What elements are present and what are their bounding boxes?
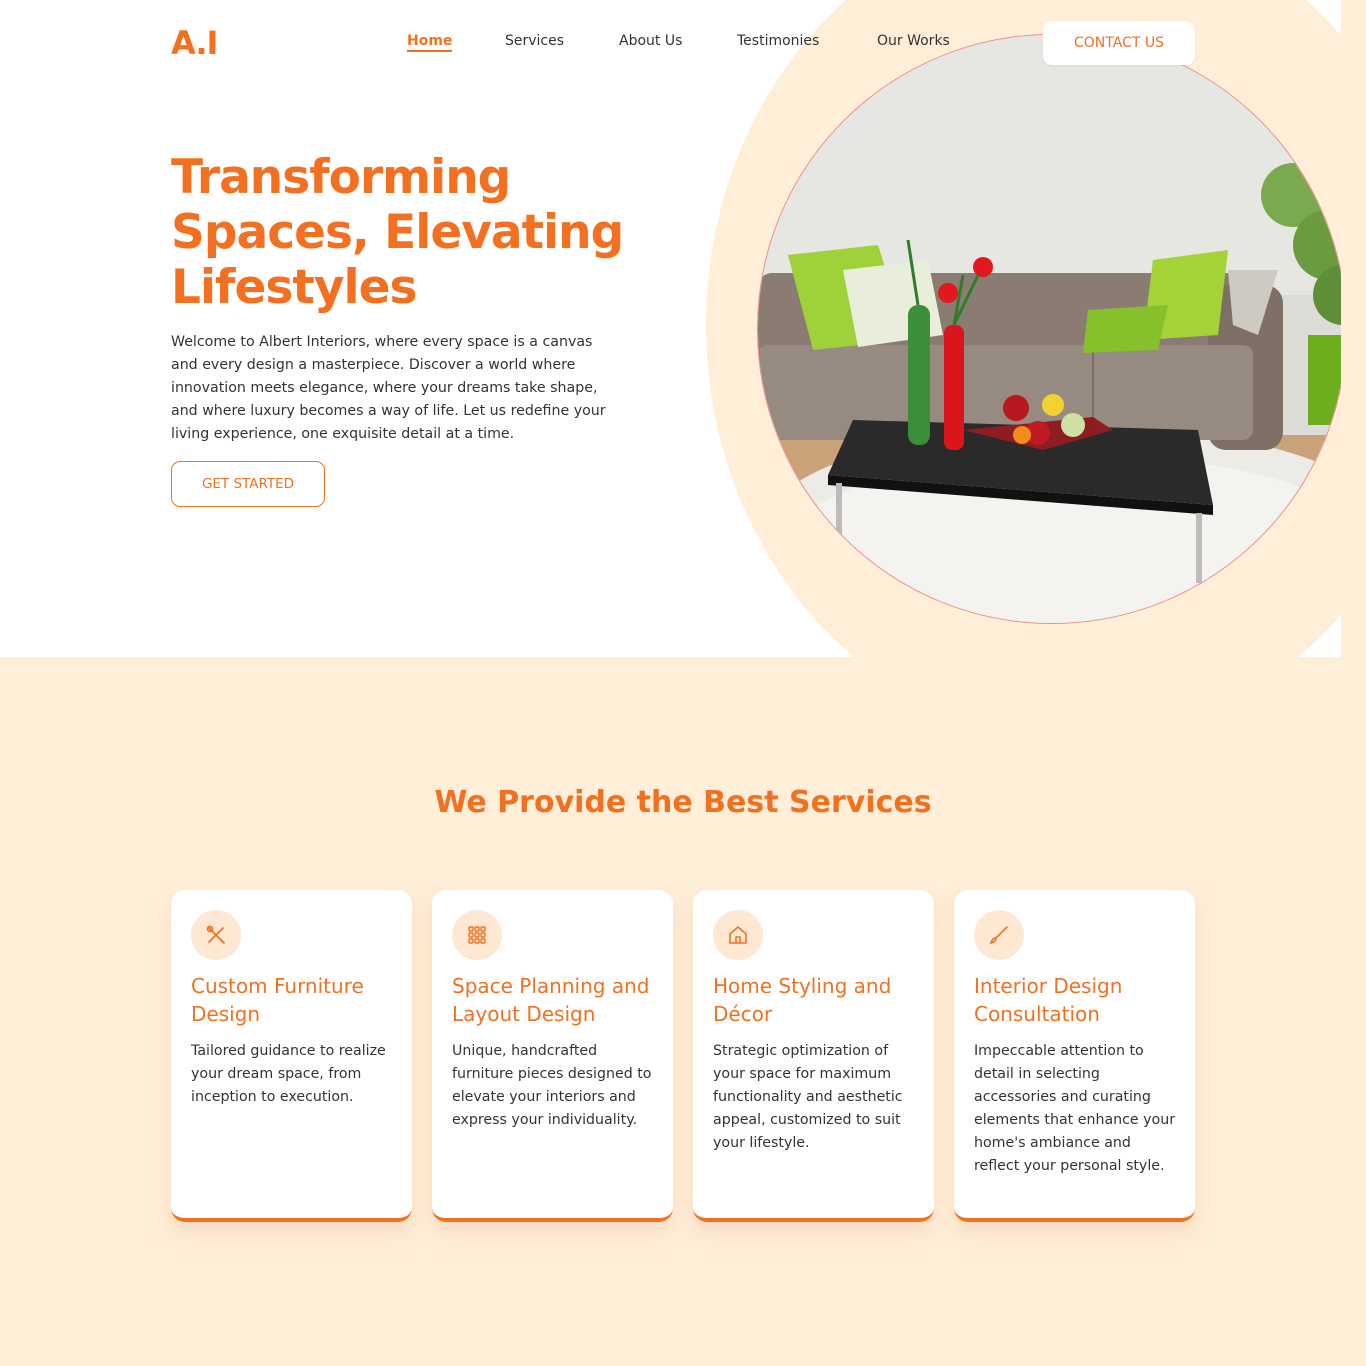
services-section: We Provide the Best Services Custom Furn… — [0, 657, 1366, 1366]
hero-description: Welcome to Albert Interiors, where every… — [171, 334, 606, 442]
hero-image-edge — [1341, 0, 1366, 657]
nav-services[interactable]: Services — [505, 33, 564, 49]
tools-icon — [191, 910, 241, 960]
home-icon — [713, 910, 763, 960]
nav-testimonies[interactable]: Testimonies — [737, 33, 819, 49]
service-card-text: Unique, handcrafted furniture pieces des… — [452, 1043, 652, 1128]
service-card-text: Strategic optimization of your space for… — [713, 1043, 903, 1151]
brush-icon — [974, 910, 1024, 960]
nav-about-us[interactable]: About Us — [619, 33, 682, 49]
service-card-title: Interior Design Consultation — [974, 974, 1123, 1026]
hero-section: A.I Home Services About Us Testimonies O… — [0, 0, 1366, 657]
nav-our-works[interactable]: Our Works — [877, 33, 950, 49]
service-card-interior-consultation[interactable]: Interior Design Consultation Impeccable … — [954, 890, 1195, 1222]
grid-icon — [452, 910, 502, 960]
hero-living-room-image — [757, 34, 1347, 624]
service-card-text: Tailored guidance to realize your dream … — [191, 1043, 386, 1105]
nav-home[interactable]: Home — [407, 33, 453, 52]
site-logo[interactable]: A.I — [171, 24, 218, 62]
service-card-title: Home Styling and Décor — [713, 974, 892, 1026]
service-card-home-styling[interactable]: Home Styling and Décor Strategic optimiz… — [693, 890, 934, 1222]
hero-title: Transforming Spaces, Elevating Lifestyle… — [171, 150, 624, 315]
get-started-button[interactable]: GET STARTED — [171, 461, 325, 507]
service-card-space-planning[interactable]: Space Planning and Layout Design Unique,… — [432, 890, 673, 1222]
service-card-title: Custom Furniture Design — [191, 974, 364, 1026]
services-title: We Provide the Best Services — [434, 785, 932, 820]
service-card-text: Impeccable attention to detail in select… — [974, 1043, 1176, 1174]
service-card-title: Space Planning and Layout Design — [452, 974, 650, 1026]
contact-us-button[interactable]: CONTACT US — [1043, 21, 1195, 65]
service-card-custom-furniture[interactable]: Custom Furniture Design Tailored guidanc… — [171, 890, 412, 1222]
